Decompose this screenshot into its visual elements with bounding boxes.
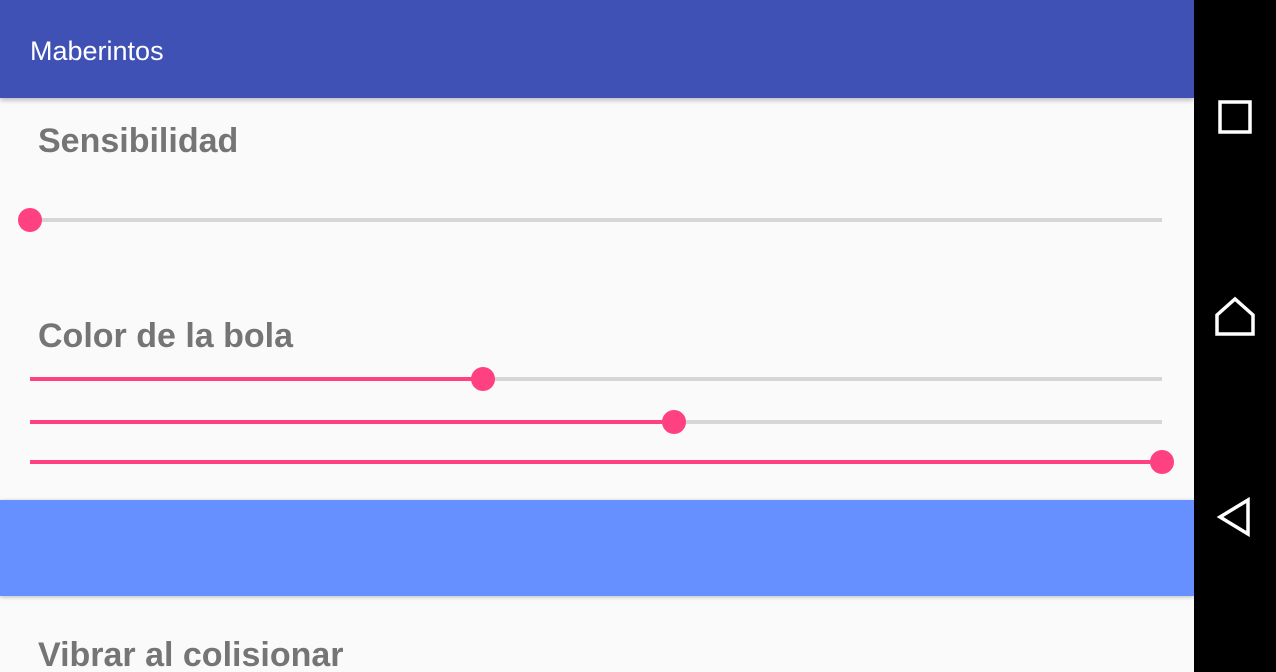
green-slider[interactable] — [30, 408, 1162, 436]
slider-thumb[interactable] — [18, 208, 42, 232]
slider-fill — [30, 377, 483, 381]
red-slider[interactable] — [30, 365, 1162, 393]
system-nav-bar — [1194, 0, 1276, 672]
slider-track — [30, 218, 1162, 222]
slider-fill — [30, 420, 675, 424]
slider-thumb[interactable] — [662, 410, 687, 434]
ball-color-preview — [0, 500, 1194, 596]
app-screen: Maberintos Sensibilidad Color de la bola… — [0, 0, 1194, 672]
slider-thumb[interactable] — [470, 367, 495, 391]
back-icon — [1216, 497, 1250, 537]
app-title: Maberintos — [30, 36, 164, 66]
recents-button[interactable] — [1194, 77, 1276, 157]
home-button[interactable] — [1194, 277, 1276, 357]
sensitivity-label: Sensibilidad — [38, 122, 239, 160]
slider-thumb[interactable] — [1150, 450, 1174, 474]
ball-color-label: Color de la bola — [38, 317, 294, 355]
home-icon — [1215, 296, 1255, 336]
recents-icon — [1218, 100, 1252, 134]
sensitivity-slider[interactable] — [18, 206, 1162, 234]
vibration-label: Vibrar al colisionar — [38, 636, 344, 672]
slider-fill — [30, 460, 1162, 464]
back-button[interactable] — [1194, 477, 1276, 557]
blue-slider[interactable] — [30, 448, 1174, 476]
app-bar: Maberintos — [0, 0, 1194, 98]
